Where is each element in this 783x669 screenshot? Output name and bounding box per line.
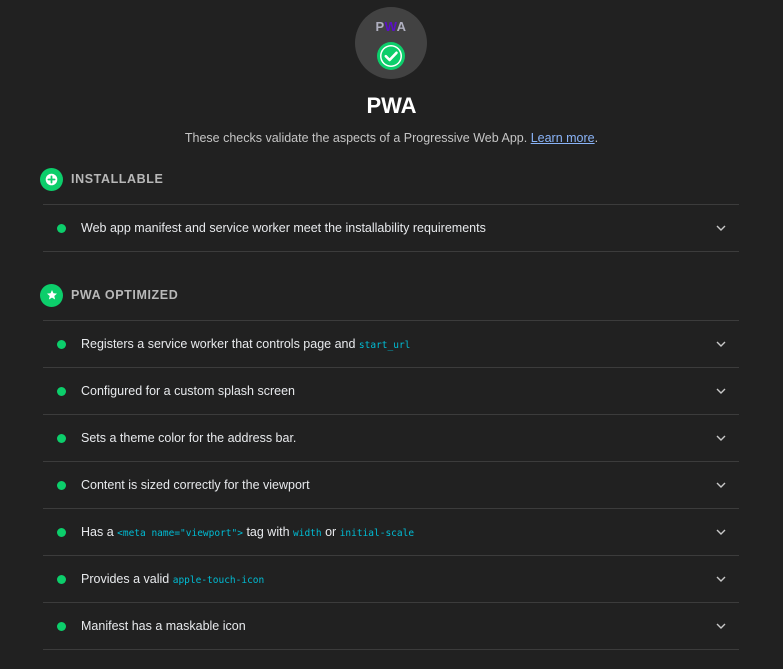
audit-title: Content is sized correctly for the viewp… — [81, 478, 310, 492]
audit-row[interactable]: Configured for a custom splash screen — [43, 368, 739, 415]
chevron-down-icon[interactable] — [715, 620, 727, 632]
pass-indicator — [57, 480, 66, 490]
chevron-down-icon[interactable] — [715, 432, 727, 444]
pwa-report-page: PWA PWA These checks validate the aspect… — [0, 0, 783, 669]
audit-row[interactable]: Content is sized correctly for the viewp… — [43, 462, 739, 509]
group-title-installable: INSTALLABLE — [71, 172, 164, 186]
audit-row[interactable]: Web app manifest and service worker meet… — [43, 205, 739, 252]
audit-title: Sets a theme color for the address bar. — [81, 431, 297, 445]
audit-list-optimized: Registers a service worker that controls… — [43, 320, 739, 650]
pwa-gauge[interactable]: PWA — [355, 7, 427, 79]
learn-more-link[interactable]: Learn more — [531, 131, 595, 145]
pass-indicator — [57, 621, 66, 631]
audit-row[interactable]: Registers a service worker that controls… — [43, 321, 739, 368]
chevron-down-icon[interactable] — [715, 573, 727, 585]
pass-indicator — [57, 339, 66, 349]
chevron-down-icon[interactable] — [715, 526, 727, 538]
audit-row[interactable]: Manifest has a maskable icon — [43, 603, 739, 650]
audit-title: Configured for a custom splash screen — [81, 384, 295, 398]
chevron-down-icon[interactable] — [715, 385, 727, 397]
audit-row[interactable]: Has a <meta name="viewport"> tag with wi… — [43, 509, 739, 556]
chevron-down-icon[interactable] — [715, 479, 727, 491]
audit-title: Provides a valid apple-touch-icon — [81, 572, 265, 586]
pass-indicator — [57, 574, 66, 584]
check-circle-icon — [377, 42, 405, 70]
audit-list-installable: Web app manifest and service worker meet… — [43, 204, 739, 252]
pass-indicator — [57, 527, 66, 537]
group-title-optimized: PWA OPTIMIZED — [71, 288, 179, 302]
category-description: These checks validate the aspects of a P… — [0, 131, 783, 145]
audit-title: Registers a service worker that controls… — [81, 337, 411, 351]
audit-title: Manifest has a maskable icon — [81, 619, 246, 633]
chevron-down-icon[interactable] — [715, 222, 727, 234]
pass-indicator — [57, 433, 66, 443]
group-header-installable: INSTALLABLE — [40, 167, 163, 191]
category-title: PWA — [366, 93, 417, 118]
code-initial-scale: initial-scale — [339, 528, 415, 539]
star-icon — [40, 283, 63, 307]
code-meta-viewport: <meta name="viewport"> — [117, 528, 243, 539]
audit-row[interactable]: Provides a valid apple-touch-icon — [43, 556, 739, 603]
audit-title: Web app manifest and service worker meet… — [81, 221, 486, 235]
chevron-down-icon[interactable] — [715, 338, 727, 350]
plus-circle-icon — [40, 167, 63, 191]
code-apple-touch-icon: apple-touch-icon — [172, 575, 265, 586]
description-period: . — [594, 131, 599, 145]
group-header-optimized: PWA OPTIMIZED — [40, 283, 178, 307]
code-width: width — [293, 528, 322, 539]
code-start-url: start_url — [358, 340, 411, 351]
audit-row[interactable]: Sets a theme color for the address bar. — [43, 415, 739, 462]
pwa-logo-icon: PWA — [375, 19, 407, 34]
audit-title: Has a <meta name="viewport"> tag with wi… — [81, 525, 415, 539]
pass-indicator — [57, 223, 66, 233]
description-text: These checks validate the aspects of a P… — [184, 131, 528, 145]
pass-indicator — [57, 386, 66, 396]
